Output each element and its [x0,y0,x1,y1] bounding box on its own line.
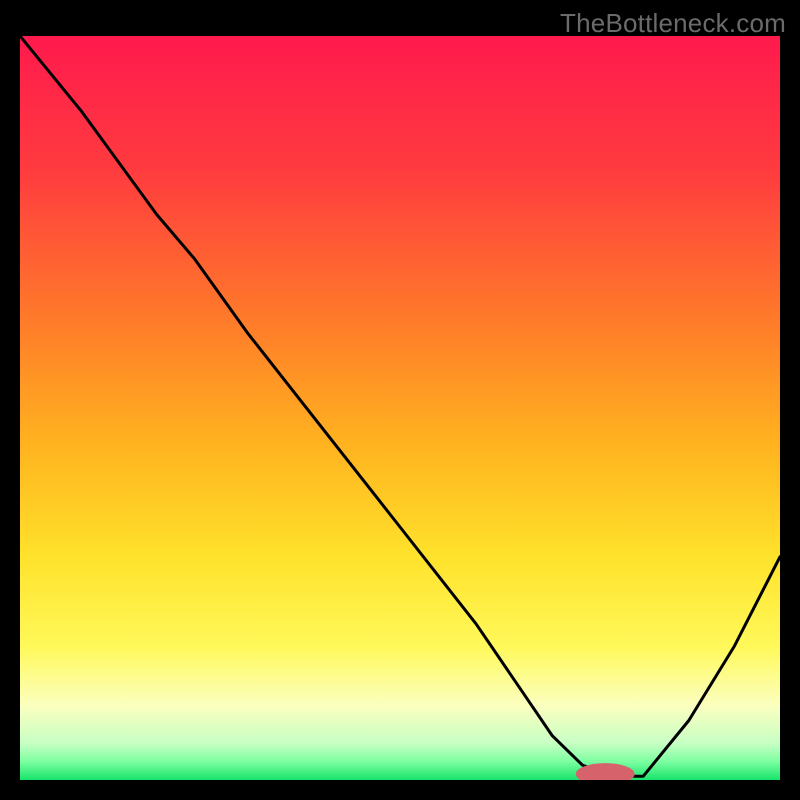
gradient-background [20,36,780,780]
plot-area [20,36,780,780]
optimal-marker [576,764,634,780]
bottleneck-chart [20,36,780,780]
watermark-text: TheBottleneck.com [560,8,786,39]
chart-frame: TheBottleneck.com [0,0,800,800]
